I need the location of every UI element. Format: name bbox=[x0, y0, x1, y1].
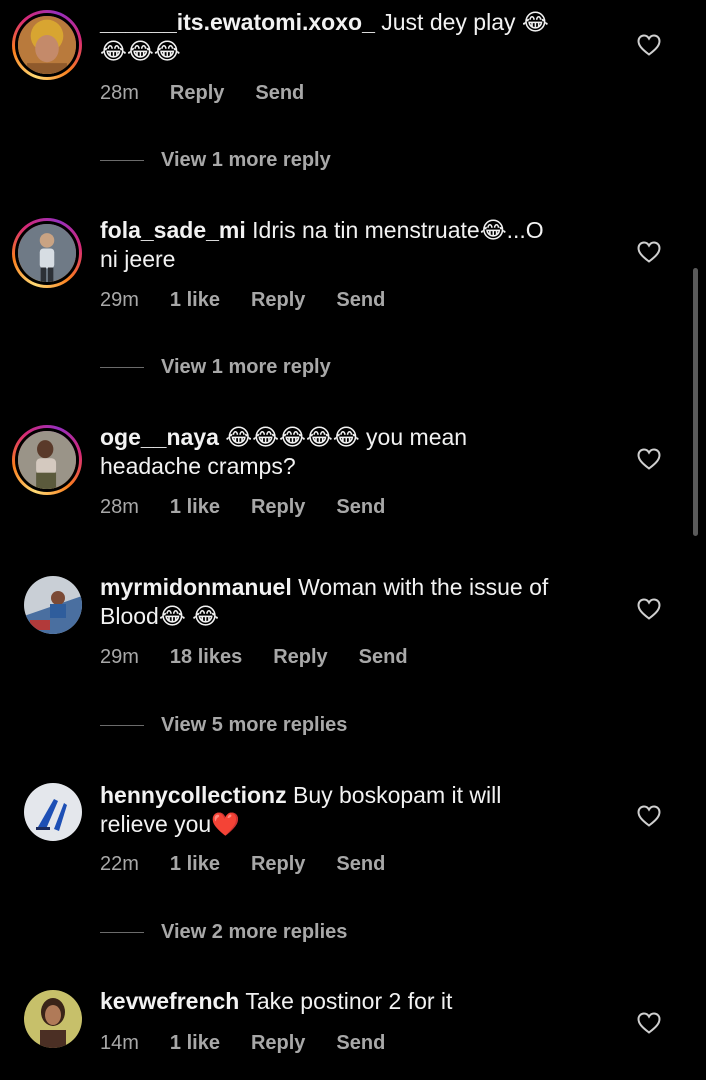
view-more-replies[interactable]: View 5 more replies bbox=[100, 714, 347, 737]
comment-meta: 28m 1 like Reply Send bbox=[100, 496, 416, 519]
avatar bbox=[15, 221, 79, 285]
avatar-wrap[interactable] bbox=[24, 576, 82, 634]
view-more-label: View 2 more replies bbox=[161, 921, 348, 943]
comment-text-line2: headache cramps? bbox=[100, 453, 296, 479]
reply-button[interactable]: Reply bbox=[251, 289, 305, 312]
comment-text: Idris na tin menstruate😂...O bbox=[245, 217, 544, 243]
comment-text-line2: ni jeere bbox=[100, 246, 176, 272]
heart-outline-icon[interactable] bbox=[637, 1012, 661, 1034]
avatar-wrap[interactable] bbox=[24, 990, 82, 1048]
reply-button[interactable]: Reply bbox=[273, 646, 327, 669]
comment-text-line2: relieve you❤️ bbox=[100, 811, 240, 837]
send-button[interactable]: Send bbox=[255, 82, 304, 105]
likes-count[interactable]: 1 like bbox=[170, 496, 220, 519]
comment-username[interactable]: fola_sade_mi bbox=[100, 217, 246, 243]
comment-text-line2: Blood😂 😂 bbox=[100, 603, 219, 629]
heart-outline-icon[interactable] bbox=[637, 241, 661, 263]
comment-time: 28m bbox=[100, 496, 139, 518]
likes-count[interactable]: 1 like bbox=[170, 289, 220, 312]
comment-username[interactable]: hennycollectionz bbox=[100, 782, 287, 808]
heart-outline-icon[interactable] bbox=[637, 448, 661, 470]
comment-text: Take postinor 2 for it bbox=[239, 988, 453, 1014]
send-button[interactable]: Send bbox=[336, 496, 385, 519]
comment-time: 28m bbox=[100, 82, 139, 104]
comment-username[interactable]: kevwefrench bbox=[100, 988, 239, 1014]
divider-line bbox=[100, 725, 144, 726]
avatar bbox=[15, 13, 79, 77]
divider-line bbox=[100, 932, 144, 933]
comment-time: 29m bbox=[100, 289, 139, 311]
avatar bbox=[24, 576, 82, 634]
comment-meta: 29m 1 like Reply Send bbox=[100, 289, 416, 312]
comment-username[interactable]: myrmidonmanuel bbox=[100, 574, 292, 600]
send-button[interactable]: Send bbox=[336, 1032, 385, 1055]
comment-username[interactable]: oge__naya bbox=[100, 424, 219, 450]
avatar-story-ring[interactable] bbox=[12, 10, 82, 80]
avatar-wrap[interactable] bbox=[24, 783, 82, 841]
avatar bbox=[24, 990, 82, 1048]
avatar bbox=[24, 783, 82, 841]
comment-time: 22m bbox=[100, 853, 139, 875]
scrollbar[interactable] bbox=[693, 268, 698, 536]
view-more-label: View 1 more reply bbox=[161, 356, 331, 378]
heart-outline-icon[interactable] bbox=[637, 805, 661, 827]
likes-count[interactable]: 1 like bbox=[170, 1032, 220, 1055]
likes-count[interactable]: 18 likes bbox=[170, 646, 242, 669]
view-more-replies[interactable]: View 1 more reply bbox=[100, 356, 331, 379]
view-more-replies[interactable]: View 1 more reply bbox=[100, 149, 331, 172]
reply-button[interactable]: Reply bbox=[251, 853, 305, 876]
comment-time: 29m bbox=[100, 646, 139, 668]
send-button[interactable]: Send bbox=[336, 853, 385, 876]
comment-meta: 28m Reply Send bbox=[100, 82, 335, 105]
likes-count[interactable]: 1 like bbox=[170, 853, 220, 876]
reply-button[interactable]: Reply bbox=[170, 82, 224, 105]
send-button[interactable]: Send bbox=[336, 289, 385, 312]
comment-username[interactable]: ______its.ewatomi.xoxo_ bbox=[100, 9, 375, 35]
comment-meta: 14m 1 like Reply Send bbox=[100, 1032, 416, 1055]
comment-meta: 22m 1 like Reply Send bbox=[100, 853, 416, 876]
divider-line bbox=[100, 160, 144, 161]
view-more-label: View 5 more replies bbox=[161, 714, 348, 736]
avatar bbox=[15, 428, 79, 492]
send-button[interactable]: Send bbox=[359, 646, 408, 669]
comment-meta: 29m 18 likes Reply Send bbox=[100, 646, 439, 669]
heart-outline-icon[interactable] bbox=[637, 34, 661, 56]
heart-outline-icon[interactable] bbox=[637, 598, 661, 620]
reply-button[interactable]: Reply bbox=[251, 1032, 305, 1055]
divider-line bbox=[100, 367, 144, 368]
avatar-story-ring[interactable] bbox=[12, 425, 82, 495]
comment-text: Woman with the issue of bbox=[291, 574, 549, 600]
reply-button[interactable]: Reply bbox=[251, 496, 305, 519]
comment-text-line2: 😂😂😂 bbox=[100, 39, 181, 65]
view-more-label: View 1 more reply bbox=[161, 149, 331, 171]
view-more-replies[interactable]: View 2 more replies bbox=[100, 921, 347, 944]
comment-text: Just dey play 😂 bbox=[374, 9, 549, 35]
avatar-story-ring[interactable] bbox=[12, 218, 82, 288]
comment-text: Buy boskopam it will bbox=[286, 782, 502, 808]
comment-text: 😂😂😂😂😂 you mean bbox=[218, 424, 468, 450]
comment-time: 14m bbox=[100, 1032, 139, 1054]
